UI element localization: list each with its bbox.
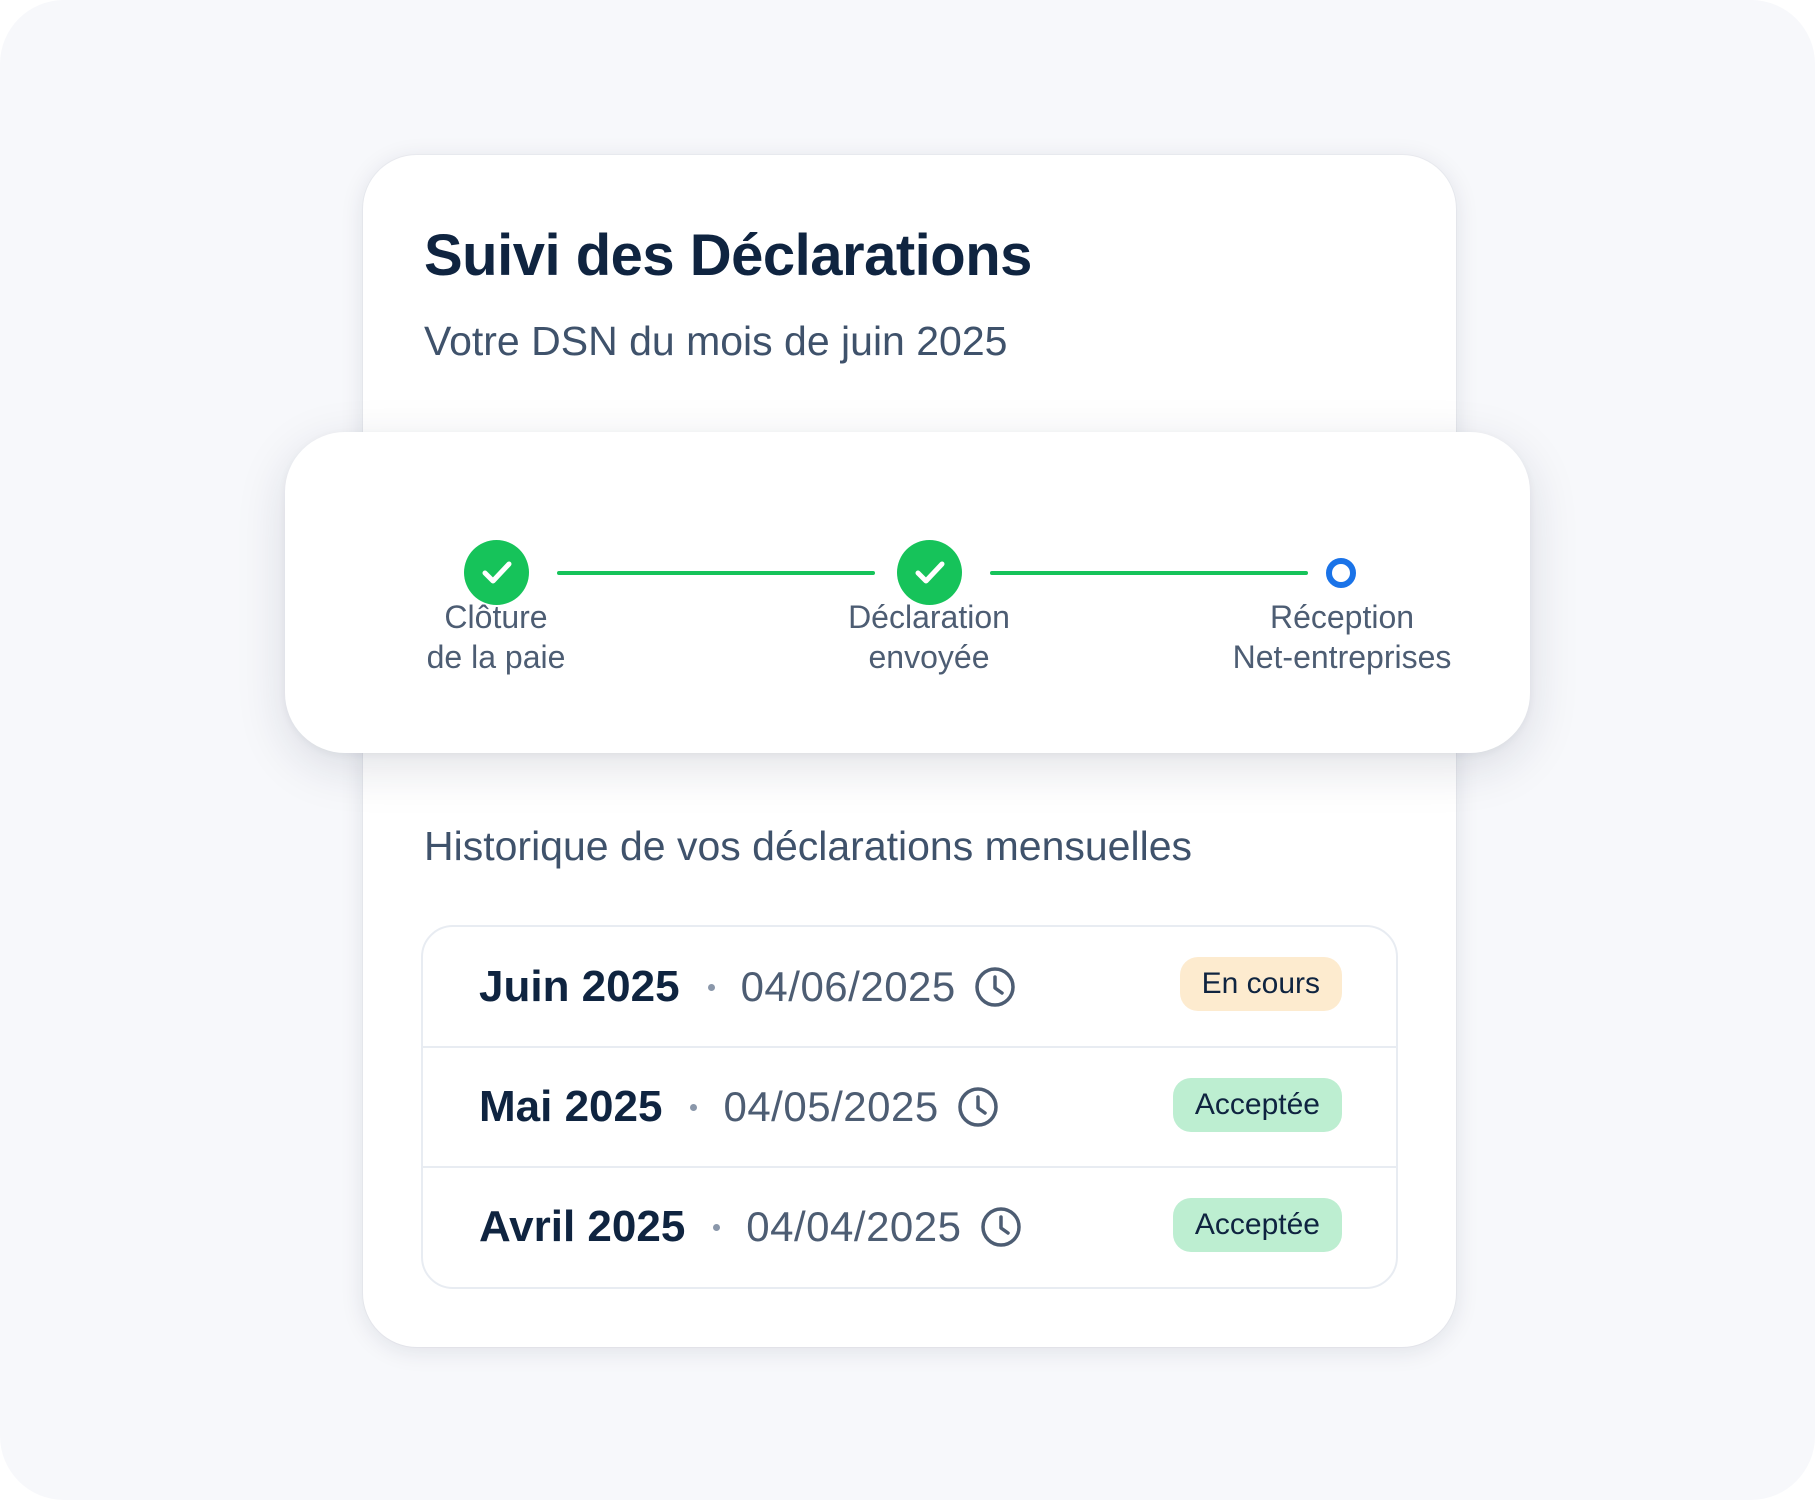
step-2-label: Déclaration envoyée bbox=[848, 599, 1010, 675]
separator-dot bbox=[713, 1223, 721, 1231]
page-subtitle: Votre DSN du mois de juin 2025 bbox=[424, 318, 1008, 364]
clock-icon bbox=[975, 967, 1015, 1007]
step-3-pending-dot-icon bbox=[1326, 558, 1356, 588]
step-1-check-icon bbox=[464, 540, 529, 605]
row-month: Juin 2025 bbox=[479, 962, 680, 1011]
history-row[interactable]: Juin 2025 04/06/2025 En cours bbox=[423, 927, 1396, 1047]
status-badge: Acceptée bbox=[1172, 1198, 1342, 1252]
row-date: 04/04/2025 bbox=[746, 1203, 962, 1250]
progress-stepper: Clôture de la paie Déclaration envoyée R… bbox=[285, 432, 1530, 753]
step-3-label: Réception Net-entreprises bbox=[1232, 599, 1452, 675]
clock-icon bbox=[980, 1207, 1021, 1247]
history-title: Historique de vos déclarations mensuelle… bbox=[424, 823, 1193, 869]
history-row[interactable]: Avril 2025 04/04/2025 Acceptée bbox=[423, 1166, 1396, 1286]
row-month: Avril 2025 bbox=[479, 1202, 686, 1251]
step-1-label: Clôture de la paie bbox=[426, 599, 566, 675]
history-list: Juin 2025 04/06/2025 En cours Mai 2025 0… bbox=[421, 925, 1398, 1289]
step-connector-1 bbox=[557, 571, 875, 575]
step-2-check-icon bbox=[897, 540, 962, 605]
status-badge: En cours bbox=[1179, 957, 1342, 1011]
history-row[interactable]: Mai 2025 04/05/2025 Acceptée bbox=[423, 1046, 1396, 1166]
step-connector-2 bbox=[990, 571, 1308, 575]
row-month: Mai 2025 bbox=[479, 1082, 663, 1131]
page-title: Suivi des Déclarations bbox=[424, 223, 1032, 288]
status-badge: Acceptée bbox=[1172, 1078, 1342, 1132]
row-date: 04/05/2025 bbox=[723, 1083, 939, 1130]
clock-icon bbox=[957, 1087, 998, 1127]
separator-dot bbox=[707, 983, 715, 991]
separator-dot bbox=[690, 1103, 698, 1111]
row-date: 04/06/2025 bbox=[740, 963, 956, 1010]
